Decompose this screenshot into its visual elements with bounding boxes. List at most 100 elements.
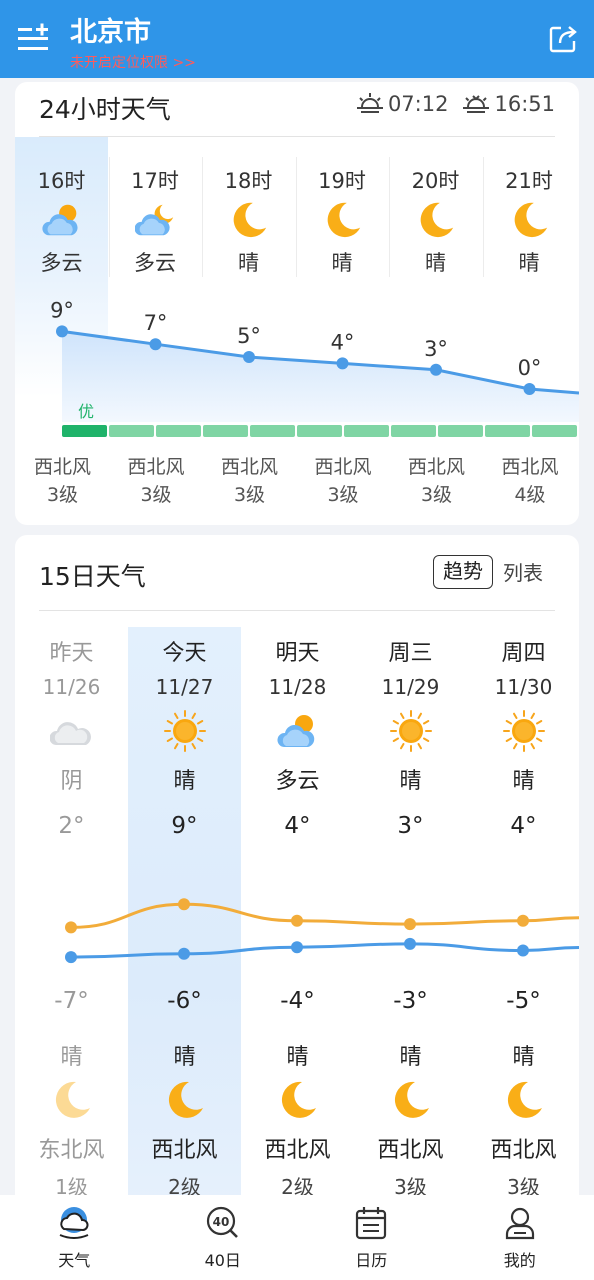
hour-time: 18时 [224,169,273,193]
moon-icon [509,199,551,241]
day-high-temp: 9° [171,813,198,839]
daily-high-point [517,914,529,927]
hourly-temp-label: 5° [237,324,261,348]
hour-wind-level: 3级 [420,484,453,506]
night-weather: 晴 [60,1045,83,1070]
hour-weather: 多云 [134,251,176,275]
share-icon[interactable] [548,24,578,54]
hour-wind-direction: 西北风 [127,456,185,478]
nav-40day[interactable]: 40 40日 [149,1195,298,1280]
nav-label-weather: 天气 [58,1251,91,1270]
daily-high-point [404,918,416,931]
day-name: 周四 [501,641,546,666]
day-wind-direction: 西北风 [490,1138,557,1163]
night-weather: 晴 [173,1045,196,1070]
hour-wind: 西北风 3级 [390,453,483,509]
day-name: 昨天 [49,641,94,666]
sun-times: 07:12 16:51 [342,92,555,116]
hour-wind: 西北风 3级 [110,453,203,509]
hour-column: 18时晴 [202,137,295,277]
daily-low-line [70,942,579,959]
aqi-bar [203,425,248,437]
day-wind-direction: 东北风 [38,1138,105,1163]
hourly-temp-label: 3° [424,337,448,361]
city-name[interactable]: 北京市 [70,10,151,49]
partly-cloudy-sun-icon [41,199,83,241]
day-weather: 阴 [60,769,83,794]
daily-high-point [65,921,77,934]
partly-cloudy-moon-icon [134,199,177,241]
weather-cloud-icon [59,1207,89,1239]
sun-icon [163,709,207,753]
daily-low-point [291,941,303,954]
hour-separator [202,157,203,277]
aqi-bar [297,425,342,437]
day-date: 11/26 [42,675,101,699]
day-name: 今天 [162,641,207,666]
aqi-bar [391,425,436,437]
sunset: 16:51 [462,92,555,116]
hour-wind-direction: 西北风 [220,456,278,478]
nav-calendar[interactable]: 日历 [297,1195,446,1280]
hour-wind: 西北风 4级 [484,453,577,509]
nav-profile[interactable]: 我的 [446,1195,594,1280]
day-wind-direction: 西北风 [151,1138,218,1163]
hour-column: 17时多云 [109,137,202,277]
location-permission-tip[interactable]: 未开启定位权限 >> [70,52,196,72]
hour-time: 20时 [411,169,460,193]
sunset-time: 16:51 [494,92,555,116]
day-high-temp: 4° [510,813,537,839]
hour-weather: 晴 [331,251,353,275]
daily-low-point [404,937,416,950]
aqi-label: 优 [78,402,94,421]
nav-label-40day: 40日 [204,1251,241,1270]
hour-separator [389,157,390,277]
hour-wind: 西北风 3级 [16,453,109,509]
hourly-temp-point [56,325,68,338]
daily-high-point [178,898,190,911]
night-weather: 晴 [399,1045,422,1070]
aqi-bar [62,425,107,437]
aqi-bar [532,425,577,437]
sunset-icon [463,95,490,113]
partly-cloudy-sun-icon [276,709,320,753]
day-date: 11/29 [381,675,440,699]
menu-add-icon[interactable] [16,22,50,56]
moon-icon [389,1078,433,1122]
day-name: 周三 [388,641,433,666]
hourly-temp-point [336,357,349,370]
day-weather: 晴 [173,769,196,794]
hour-wind-direction: 西北风 [314,456,372,478]
hourly-title: 24小时天气 [39,95,171,124]
forty-day-icon: 40 [206,1206,238,1238]
day-date: 11/30 [494,675,553,699]
hour-wind-level: 4级 [514,484,546,506]
app-header: 北京市 未开启定位权限 >> [0,0,594,78]
day-weather: 晴 [512,769,535,794]
moon-icon [163,1078,207,1122]
day-weather: 多云 [275,769,320,794]
hour-wind: 西北风 3级 [203,453,296,509]
hour-time: 17时 [131,169,179,193]
hour-wind-direction: 西北风 [33,456,91,478]
svg-text:40: 40 [212,1215,229,1229]
bottom-nav: 天气 40 40日 日历 我的 [0,1195,594,1280]
daily-weather-card: 15日天气 趋势 列表 昨天 11/26 阴 2° -7° 晴东北风 1级 今天 11/27 晴 9… [15,535,579,1215]
nav-weather[interactable]: 天气 [0,1195,149,1280]
aqi-bar [438,425,483,437]
hourly-temp-point [149,338,162,351]
hour-wind-level: 3级 [140,484,172,506]
sunrise-icon [356,93,383,113]
moon-icon [276,1078,320,1122]
hour-wind-level: 3级 [233,484,266,506]
hour-wind-level: 3级 [46,484,79,506]
hourly-temp-point [430,363,442,376]
profile-icon [505,1207,534,1240]
hour-time: 16时 [37,169,86,193]
hourly-temp-chart: 9° 7° 5° 4° 3° 0° 优 [50,298,579,437]
day-high-temp: 4° [284,813,311,839]
hour-wind-direction: 西北风 [501,456,559,478]
aqi-bar [250,425,295,437]
night-weather: 晴 [286,1045,309,1070]
hour-time: 21时 [505,169,553,193]
